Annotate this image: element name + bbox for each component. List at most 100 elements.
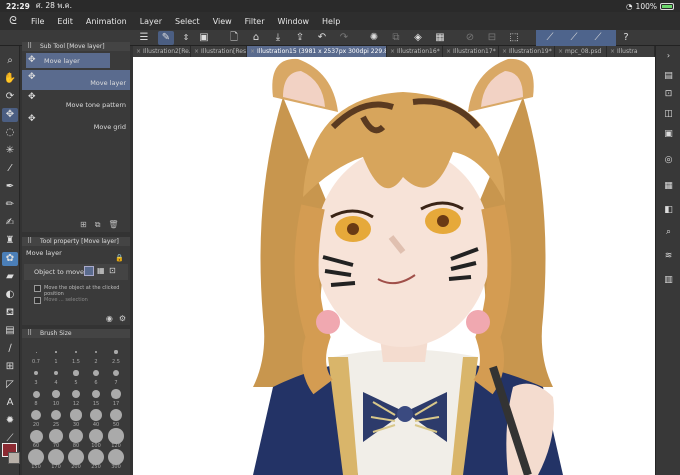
close-tab-icon[interactable]: × bbox=[136, 46, 141, 57]
menu-view[interactable]: View bbox=[208, 17, 240, 26]
close-tab-icon[interactable]: × bbox=[558, 46, 563, 57]
selection-checkbox[interactable] bbox=[34, 297, 41, 304]
stroke-icon-2[interactable]: ⟋ bbox=[566, 31, 582, 45]
redo-icon[interactable]: ↷ bbox=[336, 31, 352, 45]
companion-icon[interactable]: ▣ bbox=[196, 31, 212, 45]
decoration-icon[interactable]: ✿ bbox=[2, 252, 18, 266]
stroke-icon-3[interactable]: ⟋ bbox=[590, 31, 606, 45]
reset-icon[interactable]: ◉ bbox=[106, 314, 113, 323]
close-tab-icon[interactable]: × bbox=[502, 46, 507, 57]
history-icon[interactable]: ◫ bbox=[662, 108, 675, 120]
subtool-item-move-tone[interactable]: ✥ Move tone pattern bbox=[22, 90, 130, 112]
eraser-icon[interactable]: ▰ bbox=[2, 270, 18, 284]
add-subtool-icon[interactable]: ⊞ bbox=[80, 220, 87, 230]
document-tab[interactable]: × Illustration16* bbox=[387, 46, 443, 57]
menu-layer[interactable]: Layer bbox=[135, 17, 170, 26]
menu-animation[interactable]: Animation bbox=[81, 17, 135, 26]
hand-icon[interactable]: ✋ bbox=[2, 72, 18, 86]
app-logo-icon[interactable]: ᘓ bbox=[0, 14, 26, 28]
lock-icon[interactable]: 🔒 bbox=[115, 254, 124, 262]
search-icon[interactable]: ⌕ bbox=[662, 226, 675, 238]
eyedropper-icon[interactable]: ⁄ bbox=[2, 162, 18, 176]
brush-size-dot[interactable] bbox=[52, 390, 60, 398]
lasso-icon[interactable]: ◌ bbox=[2, 126, 18, 140]
pen-icon[interactable]: ✒ bbox=[2, 180, 18, 194]
ruler-icon[interactable]: ◸ bbox=[2, 378, 18, 392]
magic-wand-icon[interactable]: ✳ bbox=[2, 144, 18, 158]
menu-help[interactable]: Help bbox=[317, 17, 348, 26]
deselect-icon[interactable]: ⊘ bbox=[462, 31, 478, 45]
stroke-icon-1[interactable]: ⟋ bbox=[542, 31, 558, 45]
close-tab-icon[interactable]: × bbox=[610, 46, 615, 57]
brush-size-dot[interactable] bbox=[111, 389, 121, 399]
menu-edit[interactable]: Edit bbox=[52, 17, 81, 26]
expand-icon[interactable]: ⇕ bbox=[178, 31, 194, 45]
new-file-icon[interactable]: 🗋 bbox=[226, 31, 242, 45]
export-icon[interactable]: ⇪ bbox=[292, 31, 308, 45]
close-tab-icon[interactable]: × bbox=[446, 46, 451, 57]
target-frame-icon[interactable]: ⊡ bbox=[109, 266, 116, 275]
help-icon[interactable]: ? bbox=[618, 31, 634, 45]
brush-size-dot[interactable] bbox=[35, 351, 37, 353]
close-tab-icon[interactable]: × bbox=[194, 46, 199, 57]
brush-size-dot[interactable] bbox=[108, 428, 124, 444]
show-selection-icon[interactable]: ⬚ bbox=[506, 31, 522, 45]
brush-size-dot[interactable] bbox=[90, 409, 102, 421]
undo-icon[interactable]: ↶ bbox=[314, 31, 330, 45]
brush-size-dot[interactable] bbox=[88, 449, 104, 465]
delete-subtool-icon[interactable]: 🗑 bbox=[108, 220, 118, 230]
gradient-icon[interactable]: ▤ bbox=[2, 324, 18, 338]
brush-size-dot[interactable] bbox=[48, 449, 64, 465]
brush-icon[interactable]: ✍ bbox=[2, 216, 18, 230]
brush-size-dot[interactable] bbox=[31, 410, 41, 420]
figure-icon[interactable]: ∕ bbox=[2, 342, 18, 356]
sub-view-icon[interactable]: ◧ bbox=[662, 204, 675, 216]
color-set-icon[interactable]: ▦ bbox=[662, 180, 675, 192]
document-tab[interactable]: × Illustration15 (3981 x 2537px 300dpi 22… bbox=[247, 46, 387, 57]
collapse-icon[interactable]: › bbox=[662, 50, 675, 62]
brush-size-dot[interactable] bbox=[55, 351, 57, 353]
menu-filter[interactable]: Filter bbox=[240, 17, 273, 26]
brush-size-dot[interactable] bbox=[29, 429, 43, 443]
color-wheel-icon[interactable]: ◎ bbox=[662, 154, 675, 166]
document-tab[interactable]: × Illustra bbox=[607, 46, 655, 57]
document-tab[interactable]: ×Illustration[Resi... bbox=[191, 46, 247, 57]
subtool-group-tab[interactable]: ✥ Move layer bbox=[26, 53, 110, 68]
document-tab[interactable]: × Illustration17* bbox=[443, 46, 499, 57]
close-tab-icon[interactable]: × bbox=[250, 46, 255, 57]
copy-subtool-icon[interactable]: ⧉ bbox=[95, 220, 101, 230]
pencil-icon[interactable]: ✏ bbox=[2, 198, 18, 212]
settings-icon[interactable]: ⚙ bbox=[119, 314, 126, 323]
menu-file[interactable]: File bbox=[26, 17, 52, 26]
brush-size-dot[interactable] bbox=[68, 449, 84, 465]
canvas[interactable] bbox=[133, 57, 655, 475]
brush-size-dot[interactable] bbox=[70, 409, 82, 421]
document-tab[interactable]: × Illustration19* bbox=[499, 46, 555, 57]
brush-size-dot[interactable] bbox=[32, 390, 40, 398]
open-folder-icon[interactable]: ⌂ bbox=[248, 31, 264, 45]
layer-property-icon[interactable]: ▥ bbox=[662, 274, 675, 286]
brush-size-dot[interactable] bbox=[114, 350, 118, 354]
brush-size-dot[interactable] bbox=[49, 429, 63, 443]
hamburger-menu-icon[interactable]: ☰ bbox=[136, 31, 152, 45]
text-icon[interactable]: A bbox=[2, 396, 18, 410]
timeline-icon[interactable]: ≋ bbox=[662, 250, 675, 262]
zoom-icon[interactable]: ⌕ bbox=[2, 54, 18, 68]
brush-size-dot[interactable] bbox=[34, 371, 38, 375]
invert-selection-icon[interactable]: ⊟ bbox=[484, 31, 500, 45]
close-tab-icon[interactable]: × bbox=[390, 46, 395, 57]
brush-size-dot[interactable] bbox=[108, 449, 124, 465]
frame-icon[interactable]: ⊞ bbox=[2, 360, 18, 374]
document-tab[interactable]: × mpc_08.psd bbox=[555, 46, 607, 57]
subtool-item-move-layer[interactable]: ✥ Move layer bbox=[22, 70, 130, 90]
menu-select[interactable]: Select bbox=[170, 17, 208, 26]
layer-icon[interactable]: ▤ bbox=[662, 70, 675, 82]
brush-size-dot[interactable] bbox=[68, 428, 84, 444]
menu-window[interactable]: Window bbox=[272, 17, 317, 26]
fill-icon[interactable]: ⛾ bbox=[2, 306, 18, 320]
brush-size-dot[interactable] bbox=[73, 370, 79, 376]
loading-icon[interactable]: ✺ bbox=[366, 31, 382, 45]
clear-icon[interactable]: ⧉ bbox=[388, 31, 404, 45]
material-icon[interactable]: ▣ bbox=[662, 128, 675, 140]
fill-selection-icon[interactable]: ◈ bbox=[410, 31, 426, 45]
